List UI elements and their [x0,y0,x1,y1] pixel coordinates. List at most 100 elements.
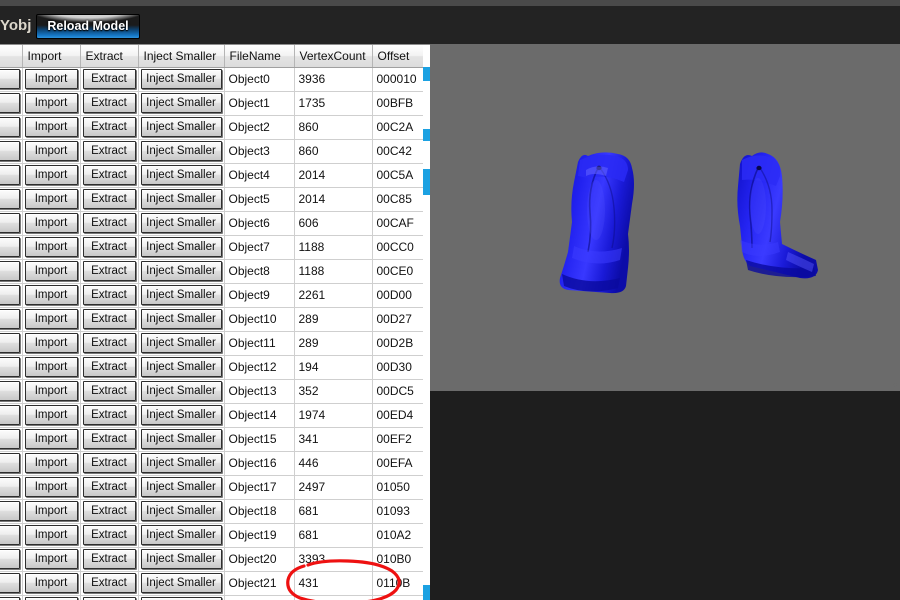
cell-inject[interactable]: Inject Smaller [138,547,225,572]
cell-filename[interactable]: Object16 [224,451,295,476]
table-row[interactable]: ortImportExtractInject SmallerObject5201… [0,187,430,212]
extract-button[interactable]: Extract [82,309,136,329]
cell-vertexcount[interactable]: 1735 [294,91,373,116]
extract-button[interactable]: Extract [82,549,136,569]
cell-import[interactable]: Import [22,355,81,380]
cell-extract[interactable]: Extract [80,139,139,164]
cell-extract[interactable]: Extract [80,211,139,236]
cell-export[interactable]: ort [0,571,23,596]
cell-export[interactable]: ort [0,523,23,548]
cell-vertexcount[interactable]: 341 [294,427,373,452]
cell-vertexcount[interactable]: 66 [294,595,373,600]
import-button[interactable]: Import [24,117,78,137]
cell-import[interactable]: Import [22,403,81,428]
import-button[interactable]: Import [24,501,78,521]
cell-vertexcount[interactable]: 289 [294,331,373,356]
table-row[interactable]: ortImportExtractInject SmallerObject1968… [0,523,430,548]
cell-extract[interactable]: Extract [80,331,139,356]
import-button[interactable]: Import [24,525,78,545]
inject-button[interactable]: Inject Smaller [140,501,222,521]
extract-button[interactable]: Extract [82,333,136,353]
cell-export[interactable]: ort [0,283,23,308]
cell-extract[interactable]: Extract [80,427,139,452]
import-button[interactable]: Import [24,381,78,401]
export-button[interactable]: ort [0,141,20,161]
cell-vertexcount[interactable]: 431 [294,571,373,596]
table-row[interactable]: ortImportExtractInject SmallerObject1534… [0,427,430,452]
table-row[interactable]: ortImportExtractInject SmallerObject2033… [0,547,430,572]
export-button[interactable]: ort [0,525,20,545]
cell-offset[interactable]: 00CAF [372,211,430,236]
cell-offset[interactable]: 00C85 [372,187,430,212]
inject-button[interactable]: Inject Smaller [140,213,222,233]
import-button[interactable]: Import [24,573,78,593]
cell-inject[interactable]: Inject Smaller [138,475,225,500]
cell-export[interactable]: ort [0,115,23,140]
extract-button[interactable]: Extract [82,429,136,449]
table-row[interactable]: ortImportExtractInject SmallerObject1644… [0,451,430,476]
cell-inject[interactable]: Inject Smaller [138,187,225,212]
cell-export[interactable]: ort [0,355,23,380]
extract-button[interactable]: Extract [82,189,136,209]
import-button[interactable]: Import [24,189,78,209]
table-row[interactable]: ortImportExtractInject SmallerObject2860… [0,115,430,140]
export-button[interactable]: ort [0,549,20,569]
cell-import[interactable]: Import [22,259,81,284]
cell-extract[interactable]: Extract [80,91,139,116]
col-header-vertexcount[interactable]: VertexCount [294,45,373,68]
import-button[interactable]: Import [24,453,78,473]
cell-export[interactable]: ort [0,67,23,92]
cell-import[interactable]: Import [22,163,81,188]
extract-button[interactable]: Extract [82,165,136,185]
cell-extract[interactable]: Extract [80,187,139,212]
export-button[interactable]: ort [0,189,20,209]
cell-import[interactable]: Import [22,91,81,116]
import-button[interactable]: Import [24,285,78,305]
table-row[interactable]: ortImportExtractInject SmallerObject7118… [0,235,430,260]
cell-import[interactable]: Import [22,499,81,524]
cell-export[interactable]: ort [0,139,23,164]
extract-button[interactable]: Extract [82,141,136,161]
cell-vertexcount[interactable]: 194 [294,355,373,380]
cell-vertexcount[interactable]: 3393 [294,547,373,572]
scrollbar-thumb[interactable] [423,169,430,195]
col-header-filename[interactable]: FileName [224,45,295,68]
import-button[interactable]: Import [24,477,78,497]
extract-button[interactable]: Extract [82,357,136,377]
cell-inject[interactable]: Inject Smaller [138,331,225,356]
import-button[interactable]: Import [24,429,78,449]
col-header-offset[interactable]: Offset [372,45,430,68]
cell-inject[interactable]: Inject Smaller [138,499,225,524]
inject-button[interactable]: Inject Smaller [140,429,222,449]
cell-filename[interactable]: Object0 [224,67,295,92]
col-header-export[interactable]: ort [0,45,23,68]
export-button[interactable]: ort [0,117,20,137]
extract-button[interactable]: Extract [82,93,136,113]
cell-extract[interactable]: Extract [80,475,139,500]
cell-offset[interactable]: 00CC0 [372,235,430,260]
cell-offset[interactable]: 000010 [372,67,430,92]
cell-vertexcount[interactable]: 2497 [294,475,373,500]
cell-import[interactable]: Import [22,139,81,164]
export-button[interactable]: ort [0,429,20,449]
cell-filename[interactable]: Object12 [224,355,295,380]
import-button[interactable]: Import [24,93,78,113]
cell-inject[interactable]: Inject Smaller [138,571,225,596]
inject-button[interactable]: Inject Smaller [140,381,222,401]
cell-extract[interactable]: Extract [80,547,139,572]
inject-button[interactable]: Inject Smaller [140,525,222,545]
export-button[interactable]: ort [0,453,20,473]
cell-offset[interactable]: 00C2A [372,115,430,140]
cell-offset[interactable]: 00C42 [372,139,430,164]
cell-filename[interactable]: Object9 [224,283,295,308]
import-button[interactable]: Import [24,165,78,185]
cell-export[interactable]: ort [0,91,23,116]
cell-vertexcount[interactable]: 1188 [294,235,373,260]
export-button[interactable]: ort [0,333,20,353]
cell-filename[interactable]: Object15 [224,427,295,452]
cell-extract[interactable]: Extract [80,283,139,308]
export-button[interactable]: ort [0,237,20,257]
export-button[interactable]: ort [0,405,20,425]
extract-button[interactable]: Extract [82,453,136,473]
extract-button[interactable]: Extract [82,285,136,305]
